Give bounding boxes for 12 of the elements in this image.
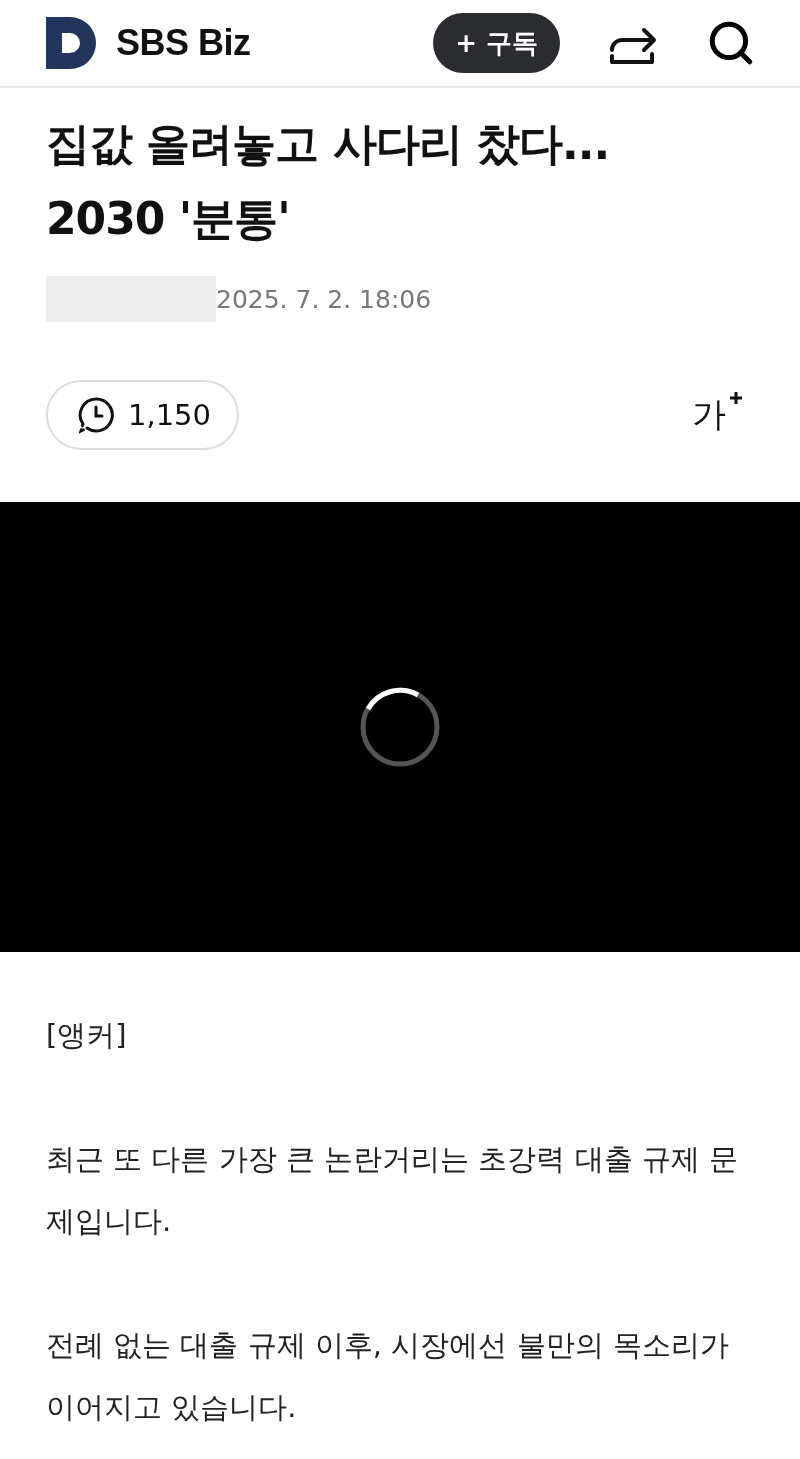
clock-icon [76, 395, 116, 435]
article-paragraph: [앵커] [46, 1017, 128, 1054]
font-size-button[interactable]: 가 [692, 392, 744, 438]
article-title: 집값 올려놓고 사다리 찼다... 2030 '분통' [46, 117, 611, 246]
subscribe-button[interactable]: + 구독 [433, 13, 560, 73]
plus-icon [728, 390, 744, 406]
view-count-badge: 1,150 [46, 380, 240, 450]
article-paragraph: 최근 또 다른 가장 큰 논란거리는 초강력 대출 규제 문제입니다. [46, 1141, 739, 1240]
logo-icon [46, 17, 98, 69]
brand-name: SBS Biz [116, 22, 251, 64]
article-paragraph: 전례 없는 대출 규제 이후, 시장에선 불만의 목소리가 이어지고 있습니다. [46, 1327, 730, 1426]
publish-date: 2025. 7. 2. 18:06 [216, 284, 432, 314]
